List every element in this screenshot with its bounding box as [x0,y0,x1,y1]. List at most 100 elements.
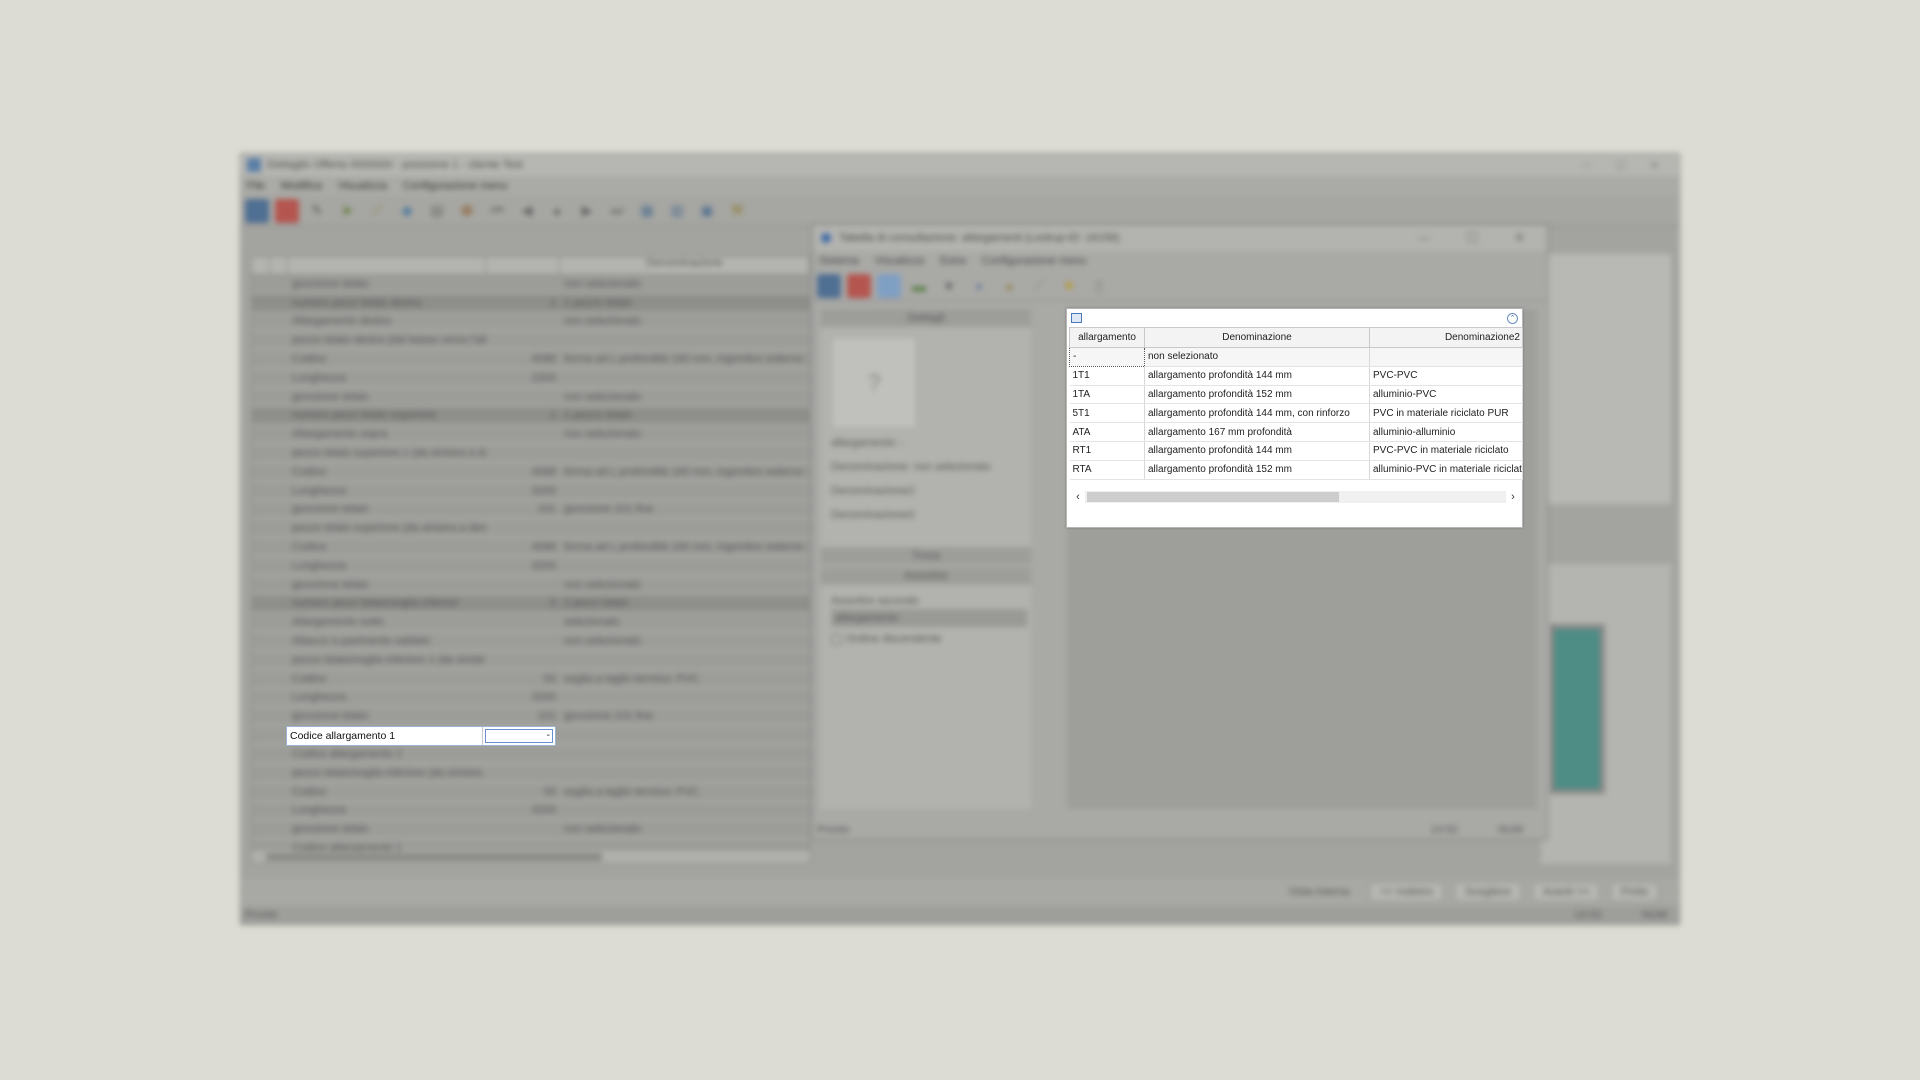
cell-allargamento[interactable]: 1T1 [1069,366,1145,386]
stop-icon[interactable] [275,198,299,223]
details-header[interactable]: Dettagli [821,309,1031,327]
choose-button[interactable]: Scegliere [1453,882,1522,902]
property-row[interactable]: giunzione telaio 101 giunzione 101 fine [252,501,810,520]
menu-configurazione[interactable]: Configurazione menu [403,180,508,192]
property-row[interactable]: giunzione telaio 101 giunzione 101 fine [252,707,810,727]
cell-denominazione2[interactable]: alluminio-alluminio [1369,422,1523,442]
shapes-icon[interactable]: ◆ [395,199,419,223]
cell-denominazione[interactable]: allargamento profondità 152 mm [1144,385,1370,405]
save-icon[interactable]: ▪ [967,274,991,298]
property-row[interactable]: giunzione telaio non selezionato [252,275,810,294]
cell-denominazione2[interactable]: PVC-PVC [1369,366,1523,386]
cell-denominazione[interactable]: allargamento profondità 152 mm [1144,460,1370,480]
lookup-maximize-icon[interactable]: ☐ [1466,230,1478,246]
star-icon[interactable]: ★ [1057,274,1081,298]
table-row[interactable]: ATA allargamento 167 mm profondità allumin… [1069,422,1523,442]
palette-icon[interactable]: ✿ [455,199,479,223]
cell-allargamento[interactable]: 5T1 [1069,403,1145,424]
property-row[interactable]: pezzo telaio/soglia inferiore 1 (da sini… [252,651,810,670]
lookup-menu-configurazione[interactable]: Configurazione menu [982,255,1087,267]
table-row[interactable]: 1T1 allargamento profondità 144 mm PVC-PVC [1069,366,1523,386]
property-row[interactable]: Codice 93 soglia a taglio termico: PVC [252,670,810,689]
pencil-icon[interactable]: ⟋ [1027,274,1051,298]
cell-denominazione2[interactable]: PVC-PVC in materiale riciclato [1369,441,1523,461]
cell-denominazione2[interactable]: alluminio-PVC in materiale riciclato [1369,460,1523,480]
table-icon[interactable] [877,273,901,298]
property-row[interactable]: Lunghezza 2200 [252,369,810,388]
scroll-left-icon[interactable]: ‹ [1071,491,1085,503]
column-header-denominazione[interactable]: Denominazione [1144,327,1370,348]
property-row[interactable]: numero pezzi telaio destra 1 1 pezzo telai… [252,293,810,313]
wrench-icon[interactable]: ⚒ [725,199,749,223]
scroll-right-icon[interactable]: › [1506,491,1520,503]
document-icon[interactable]: ▤ [425,199,449,223]
search-header[interactable]: Trova [821,547,1031,565]
property-row[interactable]: pezzo telaio destra (dal basso verso l'a… [252,331,810,351]
back-button[interactable]: << Indietro [1369,882,1444,902]
cell-allargamento[interactable]: 1TA [1069,385,1145,405]
image-icon[interactable]: ▬ [907,274,931,298]
collapse-icon[interactable]: ⌃ [1507,312,1518,324]
cell-denominazione2[interactable]: alluminio-PVC [1369,385,1523,405]
property-row[interactable]: Allargamento destra non selezionato [252,313,810,332]
vista-interna-label[interactable]: Vista interna [1278,883,1359,901]
close-icon[interactable]: ✕ [1650,159,1659,172]
minimize-icon[interactable]: — [1581,159,1592,172]
checkbox-icon[interactable] [831,633,842,645]
grid-icon[interactable] [1071,313,1082,323]
property-row[interactable]: pezzo telaio superiore (da sinistra a de… [252,519,810,539]
table-row[interactable]: 1TA allargamento profondità 152 mm allumin… [1069,385,1523,405]
property-row[interactable]: Lunghezza 3200 [252,557,810,576]
maximize-icon[interactable]: ☐ [1616,159,1626,172]
cell-denominazione2[interactable]: PVC in materiale riciclato PUR [1369,403,1523,424]
column-header-denominazione2[interactable]: Denominazione2 [1369,327,1523,348]
property-row[interactable]: Codice 93 soglia a taglio termico: PVC [252,783,810,802]
menu-modifica[interactable]: Modifica [281,180,322,192]
settings-icon[interactable] [817,273,841,298]
lookup-menu-sistema[interactable]: Sistema [819,255,859,267]
tools-icon[interactable]: ✎ [305,199,329,223]
property-row[interactable]: Lunghezza 3200 [252,482,810,501]
window-icon[interactable]: ▣ [695,199,719,223]
sort-select[interactable]: allargamento [831,609,1027,627]
active-property-row[interactable]: Codice allargamento 1 - [286,726,556,746]
stop-icon[interactable] [847,273,871,298]
property-row[interactable]: Codice 4088 forma ad L profondità 160 mm, … [252,538,810,557]
property-row[interactable]: Lunghezza 3200 [252,802,810,821]
arrow-icon[interactable]: ➤ [335,199,359,223]
lookup-minimize-icon[interactable]: — [1417,230,1430,246]
table-row[interactable]: RTA allargamento profondità 152 mm allumin… [1069,460,1523,480]
property-row[interactable]: pezzo telaio/soglia inferiore (da sinist… [252,764,810,783]
record-icon[interactable]: ● [545,199,569,223]
cell-allargamento[interactable]: - [1069,347,1145,367]
lookup-menu-visualizza[interactable]: Visualizza [875,255,924,267]
lookup-close-icon[interactable]: ✕ [1514,230,1525,246]
property-row[interactable]: Codice 4088 forma ad L profondità 160 mm, … [252,350,810,369]
active-property-input[interactable]: - [485,729,553,743]
last-icon[interactable]: ⏭ [605,199,629,223]
property-row[interactable]: Codice allargamento 2 [252,745,810,764]
table-row[interactable]: - non selezionato [1069,347,1523,367]
cell-allargamento[interactable]: RT1 [1069,441,1145,461]
scrollbar-thumb[interactable] [1087,492,1339,502]
layout-icon[interactable]: ▥ [665,199,689,223]
document-icon[interactable]: ▯ [1087,274,1111,298]
property-row[interactable]: Lunghezza 3200 [252,689,810,708]
cell-denominazione2[interactable] [1369,347,1523,367]
descending-checkbox[interactable]: Ordine discendente [821,627,1031,645]
property-row[interactable]: giunzione telaio non selezionato [252,820,810,840]
cell-denominazione[interactable]: allargamento profondità 144 mm, con rinf… [1144,403,1370,424]
table-row[interactable]: RT1 allargamento profondità 144 mm PVC-PVC… [1069,441,1523,461]
ruler-icon[interactable]: ⟋ [365,199,389,223]
next-icon[interactable]: ▶ [575,199,599,223]
cell-allargamento[interactable]: RTA [1069,460,1145,480]
prev-icon[interactable]: ◀ [515,199,539,223]
first-icon[interactable]: ⏮ [485,199,509,223]
grid-icon[interactable]: ▦ [635,199,659,223]
settings-icon[interactable] [245,198,269,223]
property-row[interactable]: pezzo telaio superiore 1 (da sinistra a … [252,444,810,463]
property-grid-scrollbar[interactable] [252,851,810,863]
property-row[interactable]: giunzione telaio non selezionato [252,576,810,595]
property-row[interactable]: numero pezzi telaio superiore 1 1 pezzo te… [252,406,810,426]
menu-file[interactable]: File [247,180,265,192]
